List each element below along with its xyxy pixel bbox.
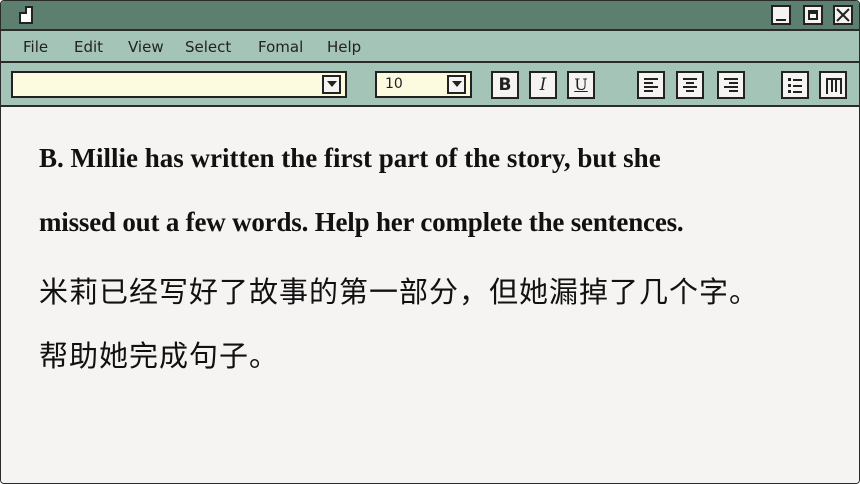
italic-button[interactable]: I	[529, 71, 557, 99]
menu-bar: File Edit View Select Fomal Help	[1, 31, 859, 63]
document-icon	[19, 6, 33, 24]
font-size-value: 10	[385, 76, 403, 92]
format-toolbar: 10 B I U	[1, 63, 859, 107]
menu-select[interactable]: Select	[185, 38, 231, 56]
align-center-button[interactable]	[676, 71, 704, 99]
close-button[interactable]	[833, 5, 853, 25]
menu-help[interactable]: Help	[327, 38, 361, 56]
font-size-select[interactable]: 10	[375, 71, 472, 98]
document-line-3: 米莉已经写好了故事的第一部分，但她漏掉了几个字。	[39, 275, 760, 309]
bold-button[interactable]: B	[491, 71, 519, 99]
document-line-1: B. Millie has written the first part of …	[39, 143, 661, 173]
font-dropdown-icon[interactable]	[322, 75, 341, 94]
menu-edit[interactable]: Edit	[74, 38, 103, 56]
close-icon	[836, 8, 850, 22]
document-line-4: 帮助她完成句子。	[39, 339, 280, 373]
title-bar[interactable]	[1, 1, 859, 31]
maximize-button[interactable]	[803, 5, 823, 25]
underline-button[interactable]: U	[567, 71, 595, 99]
align-left-button[interactable]	[637, 71, 665, 99]
align-center-icon	[683, 78, 697, 92]
font-family-select[interactable]	[11, 71, 347, 98]
editor-window: File Edit View Select Fomal Help 10 B I …	[0, 0, 860, 484]
menu-file[interactable]: File	[23, 38, 48, 56]
align-right-icon	[724, 78, 738, 92]
document-line-2: missed out a few words. Help her complet…	[39, 207, 684, 237]
menu-view[interactable]: View	[128, 38, 164, 56]
align-right-button[interactable]	[717, 71, 745, 99]
size-dropdown-icon[interactable]	[447, 75, 466, 94]
document-area[interactable]: B. Millie has written the first part of …	[1, 107, 859, 483]
bullet-list-button[interactable]	[781, 71, 809, 99]
minimize-button[interactable]	[771, 5, 791, 25]
bullet-list-icon	[788, 78, 802, 93]
align-left-icon	[644, 78, 658, 92]
columns-button[interactable]	[819, 71, 847, 99]
columns-icon	[826, 78, 842, 94]
menu-format[interactable]: Fomal	[258, 38, 303, 56]
